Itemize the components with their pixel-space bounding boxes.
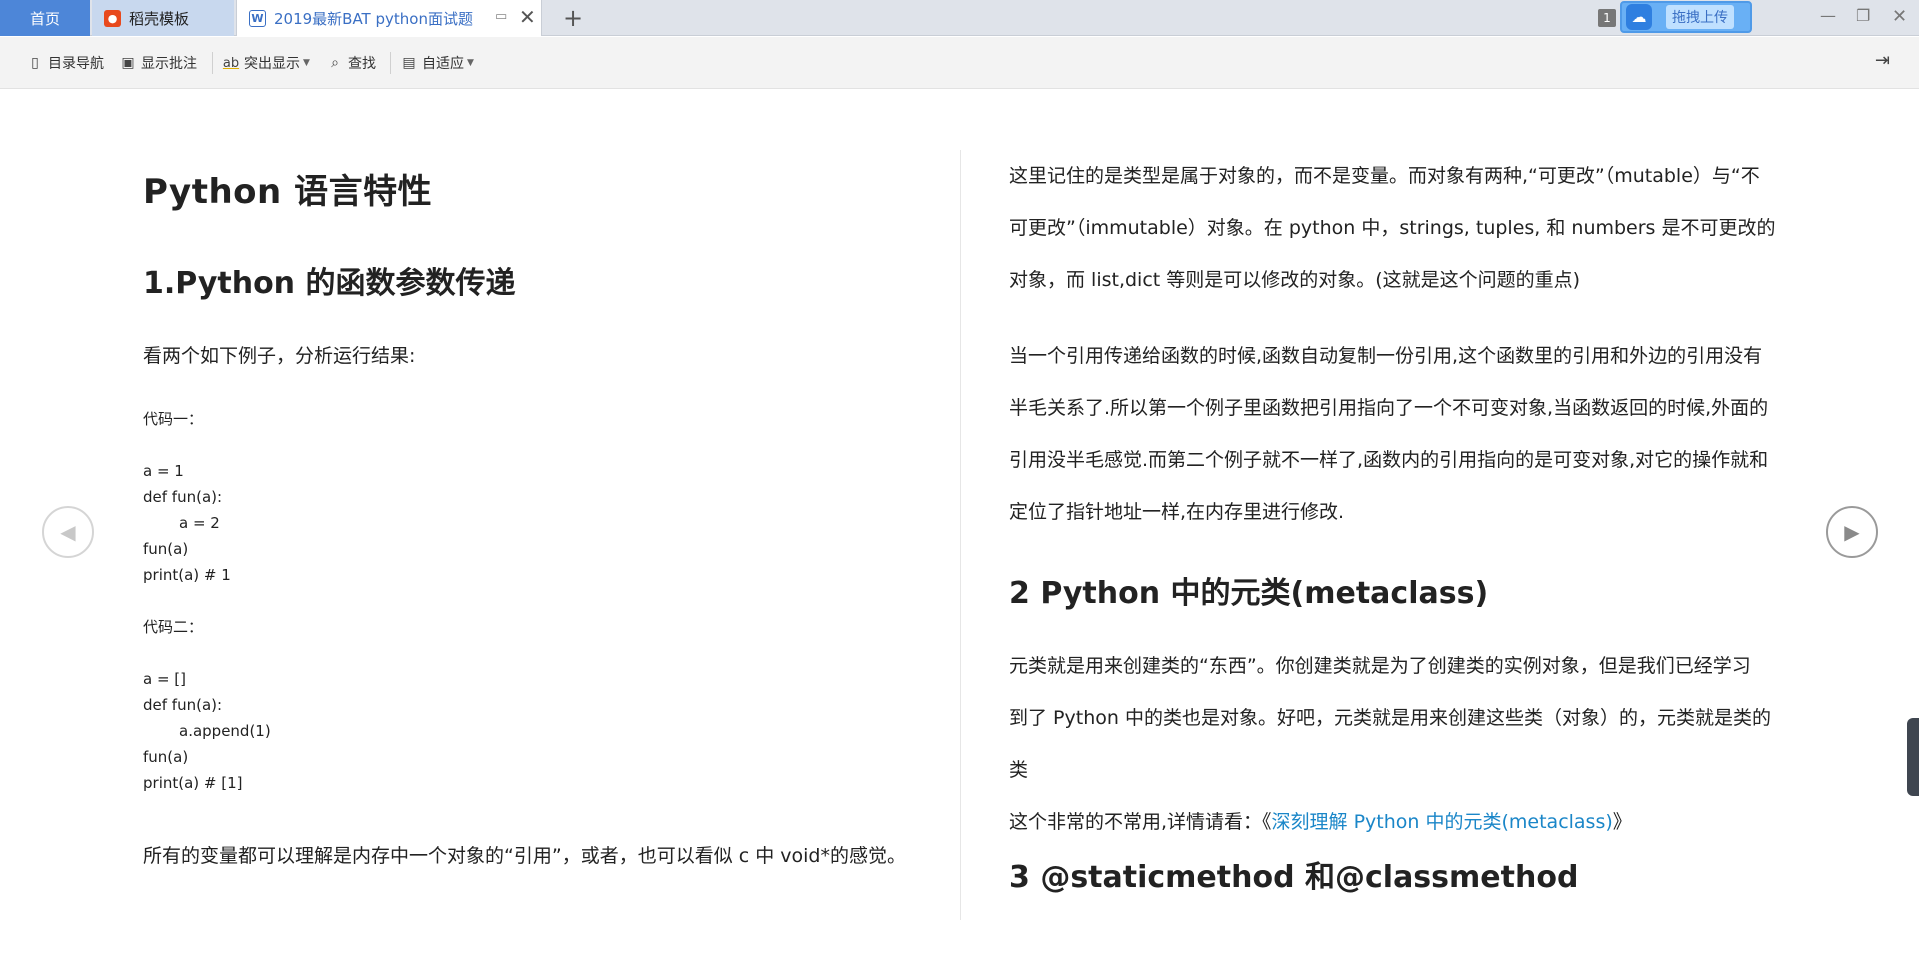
fit-icon: ▤ bbox=[402, 55, 416, 71]
chevron-right-icon: ▶ bbox=[1844, 520, 1860, 544]
intro-text: 看两个如下例子，分析运行结果: bbox=[143, 345, 416, 367]
highlight-caret-icon[interactable]: ▼ bbox=[303, 58, 310, 68]
paragraph-metaclass: 元类就是用来创建类的“东西”。你创建类就是为了创建类的实例对象，但是我们已经学习… bbox=[1009, 640, 1771, 796]
section-heading-2: 2 Python 中的元类(metaclass) bbox=[1009, 576, 1489, 611]
daoke-logo-icon: ● bbox=[104, 9, 121, 27]
tab-bar: 首页 ● 稻壳模板 W 2019最新BAT python面试题 ▭ ✕ + 1 … bbox=[0, 0, 1919, 36]
chevron-left-icon: ◀ bbox=[60, 520, 76, 544]
metaclass-reference: 这个非常的不常用,详情请看：《深刻理解 Python 中的元类(metaclas… bbox=[1009, 796, 1632, 848]
tab-document[interactable]: W 2019最新BAT python面试题 ▭ ✕ bbox=[236, 0, 542, 36]
code-line: def fun(a): bbox=[143, 696, 223, 714]
code-line: fun(a) bbox=[143, 748, 189, 766]
text-line: 对象，而 list,dict 等则是可以修改的对象。(这就是这个问题的重点) bbox=[1009, 269, 1581, 291]
document-view: Python 语言特性 1.Python 的函数参数传递 看两个如下例子，分析运… bbox=[0, 90, 1919, 979]
pin-icon[interactable]: ▭ bbox=[495, 9, 507, 24]
code1-label: 代码一： bbox=[143, 410, 204, 428]
text-line: 类 bbox=[1009, 759, 1029, 781]
page-title: Python 语言特性 bbox=[143, 172, 433, 212]
section-heading-3: 3 @staticmethod 和@classmethod bbox=[1009, 860, 1579, 895]
exit-reading-icon[interactable]: ⇥ bbox=[1875, 50, 1897, 72]
outline-icon: ▯ bbox=[31, 55, 39, 71]
code-line: a.append(1) bbox=[179, 722, 271, 740]
text-line: 元类就是用来创建类的“东西”。你创建类就是为了创建类的实例对象，但是我们已经学习 bbox=[1009, 655, 1751, 677]
upload-button[interactable]: ☁ 拖拽上传 bbox=[1620, 1, 1752, 33]
text-line: 可更改”（immutable）对象。在 python 中，strings, tu… bbox=[1009, 217, 1776, 239]
code-line: def fun(a): bbox=[143, 488, 223, 506]
code2-label: 代码二： bbox=[143, 618, 204, 636]
metaclass-link[interactable]: 深刻理解 Python 中的元类(metaclass) bbox=[1272, 811, 1613, 833]
prev-page-button[interactable]: ◀ bbox=[42, 506, 94, 558]
highlight-icon: ab bbox=[222, 55, 240, 71]
fit-button[interactable]: ▤ 自适应 ▼ bbox=[400, 51, 474, 75]
code-block-2: a = [] def fun(a): a.append(1) fun(a) pr… bbox=[143, 666, 271, 796]
comment-icon: ▣ bbox=[121, 55, 135, 71]
code-line: a = [] bbox=[143, 670, 187, 688]
section-heading-1: 1.Python 的函数参数传递 bbox=[143, 266, 516, 301]
side-widget[interactable] bbox=[1907, 718, 1919, 796]
text-line: 引用没半毛感觉.而第二个例子就不一样了,函数内的引用指向的是可变对象,对它的操作… bbox=[1009, 449, 1769, 471]
tab-home-label: 首页 bbox=[29, 9, 60, 28]
tab-home[interactable]: 首页 bbox=[0, 0, 90, 36]
find-button[interactable]: ⌕ 查找 bbox=[326, 51, 376, 75]
minimize-icon[interactable]: — bbox=[1820, 6, 1836, 25]
reference-prefix: 这个非常的不常用,详情请看：《 bbox=[1009, 811, 1272, 833]
find-label: 查找 bbox=[348, 56, 376, 72]
paragraph-mutable: 这里记住的是类型是属于对象的，而不是变量。而对象有两种,“可更改”（mutabl… bbox=[1009, 150, 1776, 306]
tab-daoke[interactable]: ● 稻壳模板 bbox=[92, 0, 234, 36]
toolbar-divider bbox=[390, 52, 391, 74]
code-block-1: a = 1 def fun(a): a = 2 fun(a) print(a) … bbox=[143, 458, 231, 588]
next-page-button[interactable]: ▶ bbox=[1826, 506, 1878, 558]
search-icon: ⌕ bbox=[331, 55, 339, 71]
tab-close-icon[interactable]: ✕ bbox=[519, 5, 536, 29]
page-divider bbox=[960, 150, 961, 920]
toolbar-divider bbox=[212, 52, 213, 74]
show-comments-button[interactable]: ▣ 显示批注 bbox=[119, 51, 197, 75]
code-line: print(a) # 1 bbox=[143, 566, 231, 584]
cloud-icon: ☁ bbox=[1626, 4, 1652, 30]
code-line: a = 2 bbox=[179, 514, 220, 532]
text-line: 半毛关系了.所以第一个例子里函数把引用指向了一个不可变对象,当函数返回的时候,外… bbox=[1009, 397, 1769, 419]
outline-nav-button[interactable]: ▯ 目录导航 bbox=[26, 51, 104, 75]
text-line: 定位了指针地址一样,在内存里进行修改. bbox=[1009, 501, 1345, 523]
maximize-icon[interactable]: ❐ bbox=[1856, 6, 1870, 25]
upload-button-label: 拖拽上传 bbox=[1666, 5, 1734, 29]
paragraph-reference: 当一个引用传递给函数的时候,函数自动复制一份引用,这个函数里的引用和外边的引用没… bbox=[1009, 330, 1768, 538]
fit-label: 自适应 bbox=[422, 56, 464, 72]
text-line: 到了 Python 中的类也是对象。好吧，元类就是用来创建这些类（对象）的，元类… bbox=[1009, 707, 1771, 729]
reader-toolbar: ▯ 目录导航 ▣ 显示批注 ab 突出显示 ▼ ⌕ 查找 ▤ 自适应 ▼ ⇥ bbox=[0, 37, 1919, 89]
window-close-icon[interactable]: ✕ bbox=[1892, 6, 1907, 27]
code-line: a = 1 bbox=[143, 462, 184, 480]
highlight-label: 突出显示 bbox=[244, 56, 300, 72]
fit-caret-icon[interactable]: ▼ bbox=[467, 58, 474, 68]
window-count-badge[interactable]: 1 bbox=[1598, 9, 1616, 27]
code-line: print(a) # [1] bbox=[143, 774, 243, 792]
outline-nav-label: 目录导航 bbox=[48, 56, 104, 72]
tab-document-label: 2019最新BAT python面试题 bbox=[274, 9, 473, 28]
text-line: 这里记住的是类型是属于对象的，而不是变量。而对象有两种,“可更改”（mutabl… bbox=[1009, 165, 1760, 187]
new-tab-button[interactable]: + bbox=[563, 4, 583, 32]
tab-daoke-label: 稻壳模板 bbox=[129, 9, 190, 28]
highlight-button[interactable]: ab 突出显示 ▼ bbox=[222, 51, 310, 75]
reference-suffix: 》 bbox=[1612, 811, 1632, 833]
code-line: fun(a) bbox=[143, 540, 189, 558]
wps-writer-icon: W bbox=[249, 9, 266, 27]
show-comments-label: 显示批注 bbox=[141, 56, 197, 72]
text-line: 当一个引用传递给函数的时候,函数自动复制一份引用,这个函数里的引用和外边的引用没… bbox=[1009, 345, 1763, 367]
outro-text: 所有的变量都可以理解是内存中一个对象的“引用”，或者，也可以看似 c 中 voi… bbox=[143, 845, 906, 867]
